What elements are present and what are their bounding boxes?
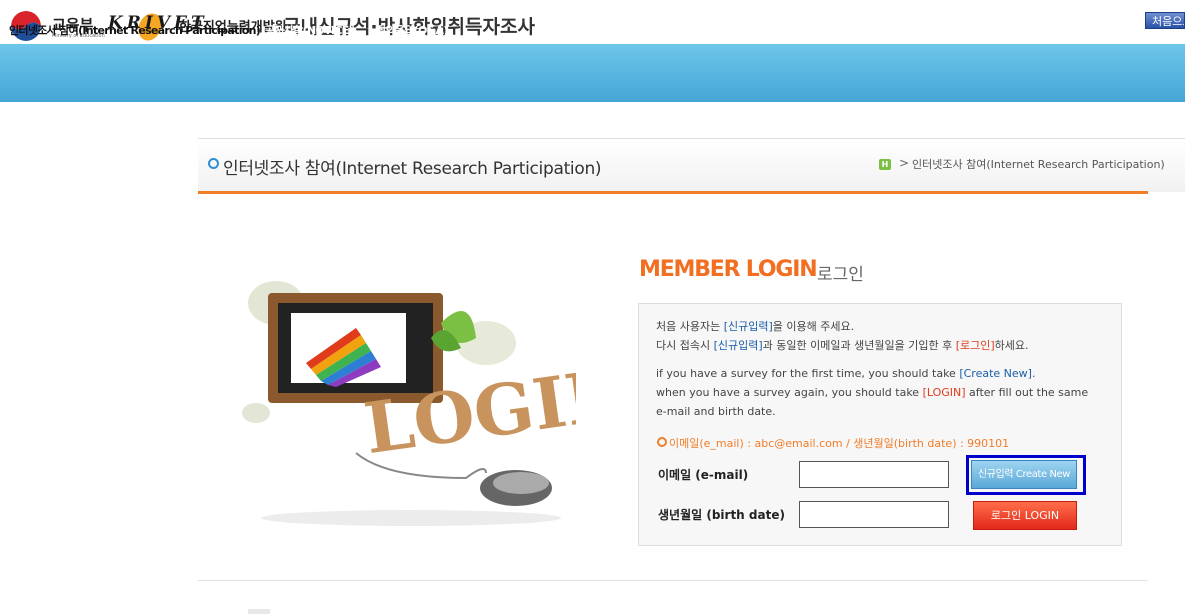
footer-fragment [248, 609, 270, 614]
breadcrumb-separator: > [899, 156, 910, 170]
nav-item-notice[interactable]: 공지사항(NOTICE) [265, 22, 354, 38]
nav-item-qna[interactable]: 질의응답(Q&A) [376, 22, 448, 38]
create-new-button[interactable]: 신규입력 Create New [971, 460, 1077, 489]
login-heading: MEMBER LOGIN [639, 257, 818, 282]
first-page-button[interactable]: 처음으로 [1145, 12, 1185, 29]
nav-item-internet-research[interactable]: 인터넷조사 참여(Internet Research Participation… [9, 22, 261, 38]
instruction-line-1: 처음 사용자는 [신규입력]을 이용해 주세요. [656, 320, 855, 333]
instruction-line-2: 다시 접속시 [신규입력]과 동일한 이메일과 생년월일을 기입한 후 [로그인… [656, 339, 1029, 352]
section-bullet-icon [208, 158, 219, 169]
example-bullet-icon [657, 437, 667, 447]
breadcrumb: 인터넷조사 참여(Internet Research Participation… [912, 158, 1165, 171]
email-label: 이메일 (e-mail) [658, 468, 749, 482]
main-nav-bar [0, 44, 1185, 102]
login-illustration: LOGIN [242, 281, 576, 526]
login-subheading: 로그인 [817, 265, 864, 285]
instruction-line-4: when you have a survey again, you should… [656, 386, 1089, 399]
input-example-text: 이메일(e_mail) : abc@email.com / 생년월일(birth… [669, 437, 1010, 450]
instruction-line-3: if you have a survey for the first time,… [656, 367, 1036, 380]
instruction-line-5: e-mail and birth date. [656, 405, 776, 418]
page-title: 인터넷조사 참여(Internet Research Participation… [223, 159, 602, 179]
birth-date-label: 생년월일 (birth date) [658, 508, 785, 522]
login-button[interactable]: 로그인 LOGIN [973, 501, 1077, 530]
home-icon[interactable]: H [879, 159, 891, 170]
section-divider [198, 191, 1148, 194]
bottom-divider [198, 580, 1148, 581]
birth-date-field[interactable] [799, 501, 949, 528]
email-field[interactable] [799, 461, 949, 488]
